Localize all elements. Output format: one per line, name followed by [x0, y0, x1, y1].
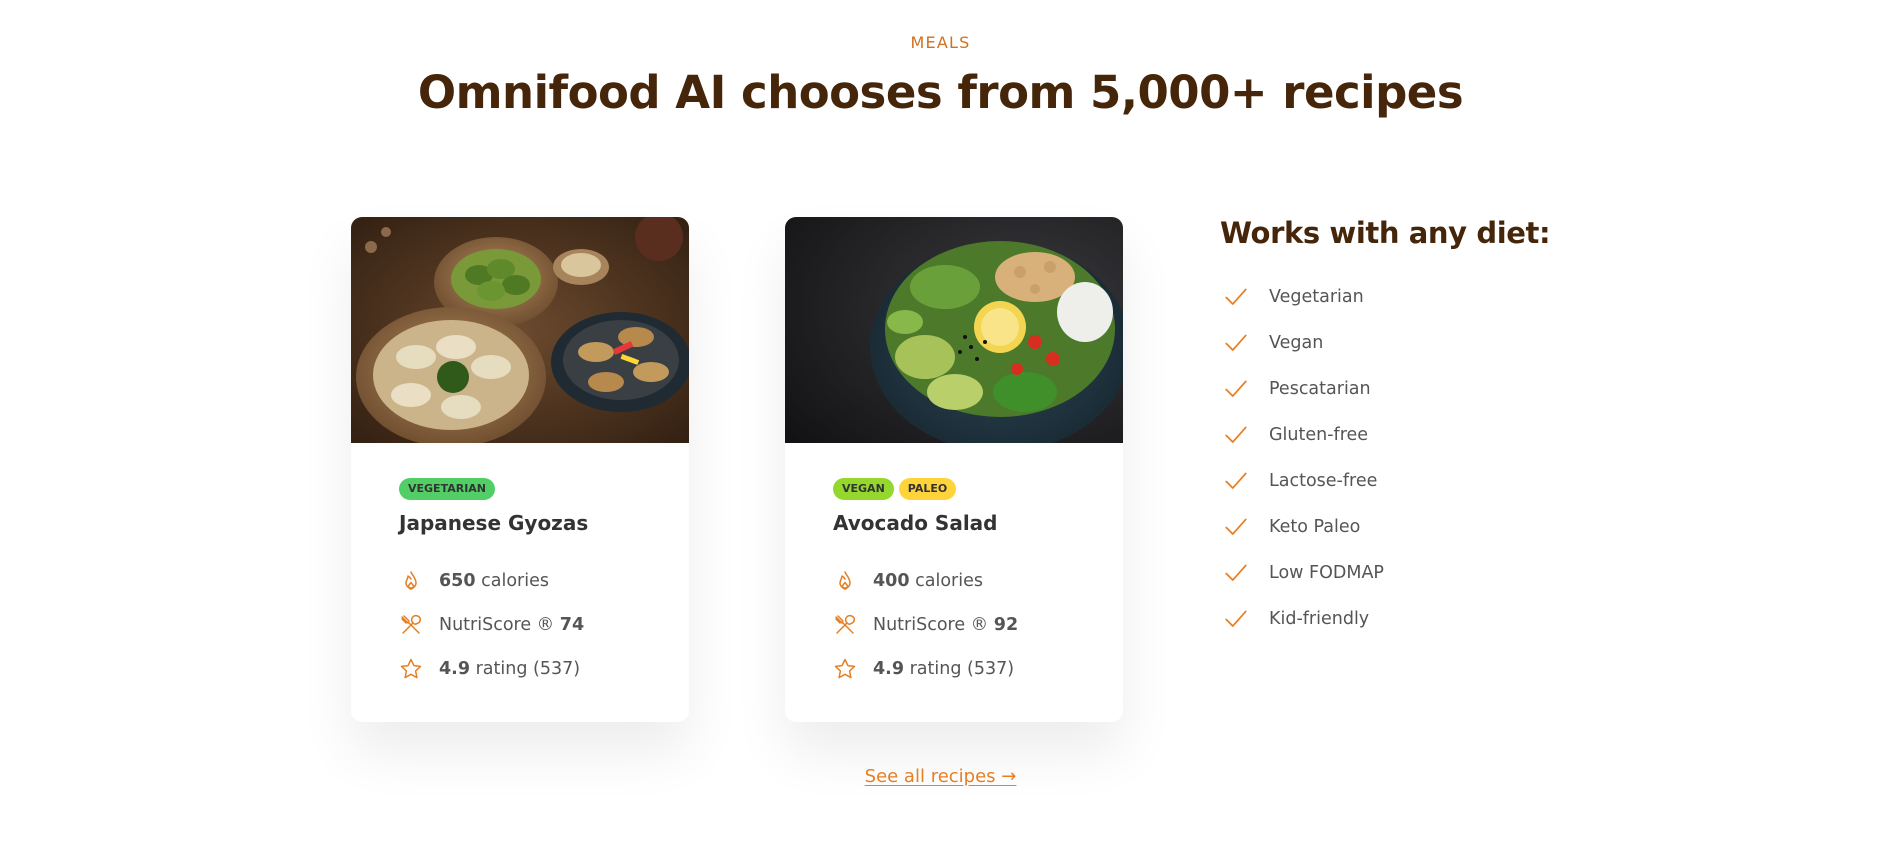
star-icon — [400, 658, 422, 679]
gyoza-photo — [351, 217, 689, 443]
star-icon — [834, 658, 856, 679]
meal-tags: Vegetarian — [399, 478, 641, 500]
meal-attributes: 650 calories NutriScore ® 74 4.9 rating … — [399, 567, 641, 683]
meal-nutriscore: NutriScore ® 74 — [399, 611, 641, 639]
diet-panel: Works with any diet: Vegetarian Vegan Pe… — [1220, 216, 1551, 650]
diet-item-label: Kid-friendly — [1269, 609, 1370, 629]
rating-label: rating (537) — [475, 659, 581, 679]
meal-nutriscore: NutriScore ® 92 — [833, 611, 1075, 639]
diet-item: Vegetarian — [1220, 282, 1550, 312]
diet-item: Vegan — [1220, 328, 1550, 358]
flame-icon — [405, 571, 417, 590]
diet-item-label: Lactose-free — [1269, 471, 1378, 491]
diet-item-label: Vegan — [1269, 333, 1324, 353]
calories-value: 400 — [873, 571, 910, 591]
tag-paleo: Paleo — [898, 478, 957, 500]
calories-label: calories — [915, 571, 983, 591]
meal-calories: 400 calories — [833, 567, 1075, 595]
meal-calories: 650 calories — [399, 567, 641, 595]
checkmark-icon — [1225, 610, 1247, 627]
rating-value: 4.9 — [439, 659, 471, 679]
restaurant-icon — [835, 614, 855, 634]
section-heading: Omnifood AI chooses from 5,000+ recipes — [417, 66, 1464, 119]
meal-rating: 4.9 rating (537) — [833, 655, 1075, 683]
meal-card: Vegetarian Japanese Gyozas 650 calories … — [351, 217, 689, 722]
diet-item: Low FODMAP — [1220, 558, 1550, 588]
checkmark-icon — [1225, 288, 1247, 305]
checkmark-icon — [1225, 334, 1247, 351]
diet-item: Pescatarian — [1220, 374, 1550, 404]
restaurant-icon — [401, 614, 421, 634]
calories-value: 650 — [439, 571, 476, 591]
meal-image — [351, 217, 689, 443]
diet-item: Keto Paleo — [1220, 512, 1550, 542]
diet-item: Gluten-free — [1220, 420, 1550, 450]
nutriscore-label: NutriScore ® — [439, 615, 555, 635]
diet-item: Kid-friendly — [1220, 604, 1550, 634]
meal-rating: 4.9 rating (537) — [399, 655, 641, 683]
meal-title: Avocado Salad — [833, 511, 998, 535]
diet-item-label: Keto Paleo — [1269, 517, 1361, 537]
diet-item-label: Gluten-free — [1269, 425, 1369, 445]
meal-attributes: 400 calories NutriScore ® 92 4.9 rating … — [833, 567, 1075, 683]
diet-item-label: Vegetarian — [1269, 287, 1364, 307]
rating-value: 4.9 — [873, 659, 905, 679]
checkmark-icon — [1225, 426, 1247, 443]
nutriscore-value: 74 — [559, 615, 585, 635]
flame-icon — [839, 571, 851, 590]
meal-title: Japanese Gyozas — [399, 511, 589, 535]
checkmark-icon — [1225, 380, 1247, 397]
diet-item: Lactose-free — [1220, 466, 1550, 496]
nutriscore-value: 92 — [993, 615, 1019, 635]
diet-list: Vegetarian Vegan Pescatarian Gluten-free… — [1220, 282, 1550, 634]
checkmark-icon — [1225, 518, 1247, 535]
diet-title: Works with any diet: — [1220, 216, 1551, 250]
salad-photo — [785, 217, 1123, 443]
rating-label: rating (537) — [909, 659, 1015, 679]
diet-item-label: Low FODMAP — [1269, 563, 1384, 583]
calories-label: calories — [481, 571, 549, 591]
meal-tags: Vegan Paleo — [833, 478, 1075, 500]
tag-vegan: Vegan — [833, 478, 894, 500]
see-all-recipes-link[interactable]: See all recipes → — [865, 766, 1017, 787]
meal-card: Vegan Paleo Avocado Salad 400 calories N… — [785, 217, 1123, 722]
meal-image — [785, 217, 1123, 443]
all-recipes-wrapper: See all recipes → — [0, 766, 1881, 787]
nutriscore-label: NutriScore ® — [873, 615, 989, 635]
section-subheading: Meals — [910, 33, 971, 52]
tag-vegetarian: Vegetarian — [399, 478, 496, 500]
checkmark-icon — [1225, 472, 1247, 489]
diet-item-label: Pescatarian — [1269, 379, 1371, 399]
checkmark-icon — [1225, 564, 1247, 581]
